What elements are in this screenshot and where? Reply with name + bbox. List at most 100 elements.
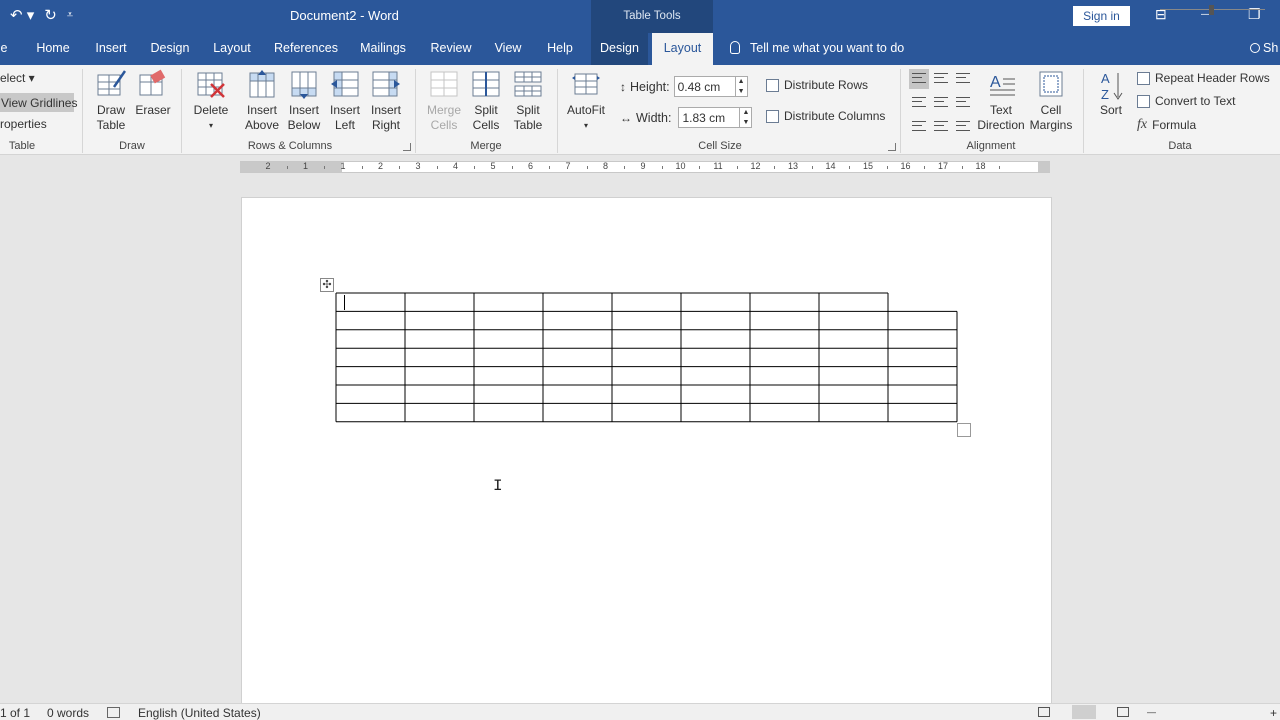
height-spinner[interactable]: ▲ ▼: [735, 76, 748, 97]
zoom-in-button[interactable]: +: [1270, 706, 1277, 720]
view-gridlines-button[interactable]: View Gridlines: [0, 93, 77, 112]
align-top-center-icon[interactable]: [931, 69, 951, 89]
autofit-caret: ▾: [583, 121, 588, 130]
tab-mailings[interactable]: Mailings: [355, 33, 411, 65]
text-direction-button[interactable]: A Text Direction: [976, 69, 1026, 133]
align-center-icon[interactable]: [931, 92, 951, 112]
eraser-button[interactable]: Eraser: [134, 69, 172, 118]
ruler-tick: [961, 166, 963, 169]
tab-review[interactable]: Review: [426, 33, 476, 65]
draw-group-label: Draw: [119, 140, 145, 152]
height-input[interactable]: [673, 76, 736, 97]
ruler-tick: [324, 166, 326, 169]
insert-above-icon: [247, 69, 277, 99]
tab-home[interactable]: Home: [30, 33, 76, 65]
ruler-number: 15: [862, 161, 874, 171]
ruler-tick: [774, 166, 776, 169]
share-button[interactable]: Sh: [1250, 33, 1278, 65]
insert-below-label-2: Below: [287, 118, 321, 132]
table-resize-handle[interactable]: [957, 423, 971, 437]
tab-file-partial[interactable]: e: [0, 33, 8, 65]
insert-above-button[interactable]: Insert Above: [242, 69, 282, 133]
word-count[interactable]: 0 words: [47, 706, 89, 720]
tab-table-design[interactable]: Design: [591, 33, 648, 65]
ruler-tick: [699, 166, 701, 169]
distribute-columns-icon: [766, 109, 779, 123]
tab-table-layout[interactable]: Layout: [652, 33, 713, 65]
insert-left-button[interactable]: Insert Left: [326, 69, 364, 133]
eraser-label: Eraser: [135, 103, 171, 117]
distribute-rows-button[interactable]: Distribute Rows: [766, 78, 868, 92]
tell-me-search[interactable]: Tell me what you want to do: [730, 33, 904, 65]
width-spinner[interactable]: ▲ ▼: [740, 107, 753, 128]
zoom-out-button[interactable]: —: [1147, 707, 1156, 717]
tab-help[interactable]: Help: [540, 33, 580, 65]
ruler-number: 2: [265, 161, 271, 171]
select-button[interactable]: elect ▾: [0, 71, 35, 85]
width-input[interactable]: [678, 107, 741, 128]
web-layout-icon[interactable]: [1117, 707, 1129, 717]
draw-table-button[interactable]: Draw Table: [90, 69, 132, 133]
undo-icon[interactable]: ↶ ▾: [10, 6, 34, 24]
ruler-number: 1: [340, 161, 346, 171]
sign-in-button[interactable]: Sign in: [1073, 6, 1130, 26]
eraser-icon: [138, 69, 168, 99]
repeat-header-rows-button[interactable]: Repeat Header Rows: [1137, 71, 1270, 85]
tab-design[interactable]: Design: [146, 33, 194, 65]
insert-below-button[interactable]: Insert Below: [284, 69, 324, 133]
tab-references[interactable]: References: [271, 33, 341, 65]
split-table-button[interactable]: Split Table: [508, 69, 548, 133]
redo-icon[interactable]: ↻: [44, 6, 57, 24]
proofing-icon[interactable]: [107, 707, 120, 718]
ruler-tick: [549, 166, 551, 169]
cell-margins-label-2: Margins: [1029, 118, 1073, 132]
split-cells-label-1: Split: [474, 103, 498, 117]
sort-button[interactable]: AZ Sort: [1092, 69, 1130, 118]
autofit-button[interactable]: AutoFit ▾: [564, 69, 608, 133]
ruler-number: 12: [750, 161, 761, 171]
align-center-left-icon[interactable]: [909, 92, 929, 112]
tab-layout[interactable]: Layout: [209, 33, 255, 65]
insert-right-button[interactable]: Insert Right: [366, 69, 406, 133]
cell-width-control: ↔ Width: ▲▼: [620, 107, 753, 128]
formula-button[interactable]: fx Formula: [1137, 117, 1196, 133]
print-layout-icon[interactable]: [1072, 705, 1096, 719]
align-top-left-icon[interactable]: [909, 69, 929, 89]
convert-to-text-button[interactable]: Convert to Text: [1137, 94, 1235, 108]
document-page[interactable]: [241, 197, 1052, 707]
cell-alignment-grid: [909, 69, 973, 135]
table-move-handle-icon[interactable]: ✣: [320, 278, 334, 292]
split-cells-button[interactable]: Split Cells: [466, 69, 506, 133]
rows-columns-launcher-icon[interactable]: [403, 143, 411, 151]
ruler-number: 2: [377, 161, 384, 171]
align-bottom-center-icon[interactable]: [931, 115, 951, 135]
read-mode-icon[interactable]: [1038, 707, 1050, 717]
horizontal-ruler[interactable]: 2 1 1 2 3 4 5 6 7 8 9 10 11 12 13 14 15 16 17 18: [240, 161, 1050, 173]
distribute-rows-label: Distribute Rows: [784, 78, 869, 92]
insert-left-label-1: Insert: [329, 103, 360, 117]
properties-button[interactable]: roperties: [0, 117, 47, 131]
insert-left-label-2: Left: [334, 118, 355, 132]
svg-text:A: A: [990, 74, 1001, 91]
delete-button[interactable]: Delete ▾: [190, 69, 232, 133]
language[interactable]: English (United States): [138, 706, 261, 720]
page-count[interactable]: 1 of 1: [0, 706, 30, 720]
zoom-slider-thumb[interactable]: [1209, 5, 1214, 15]
merge-cells-button[interactable]: Merge Cells: [424, 69, 464, 133]
share-label: Sh: [1263, 41, 1279, 55]
tab-insert[interactable]: Insert: [90, 33, 132, 65]
height-icon: ↕: [620, 79, 626, 94]
insert-above-label-2: Above: [244, 118, 280, 132]
distribute-columns-button[interactable]: Distribute Columns: [766, 109, 885, 123]
tab-view[interactable]: View: [491, 33, 525, 65]
cell-margins-button[interactable]: Cell Margins: [1028, 69, 1074, 133]
delete-label: Delete: [193, 103, 229, 117]
align-bottom-left-icon[interactable]: [909, 115, 929, 135]
customize-qat-icon[interactable]: ⩡: [67, 9, 73, 22]
cell-size-launcher-icon[interactable]: [888, 143, 896, 151]
tell-me-text: Tell me what you want to do: [750, 41, 905, 55]
lightbulb-icon: [730, 41, 740, 54]
align-top-right-icon[interactable]: [953, 69, 973, 89]
align-center-right-icon[interactable]: [953, 92, 973, 112]
align-bottom-right-icon[interactable]: [953, 115, 973, 135]
